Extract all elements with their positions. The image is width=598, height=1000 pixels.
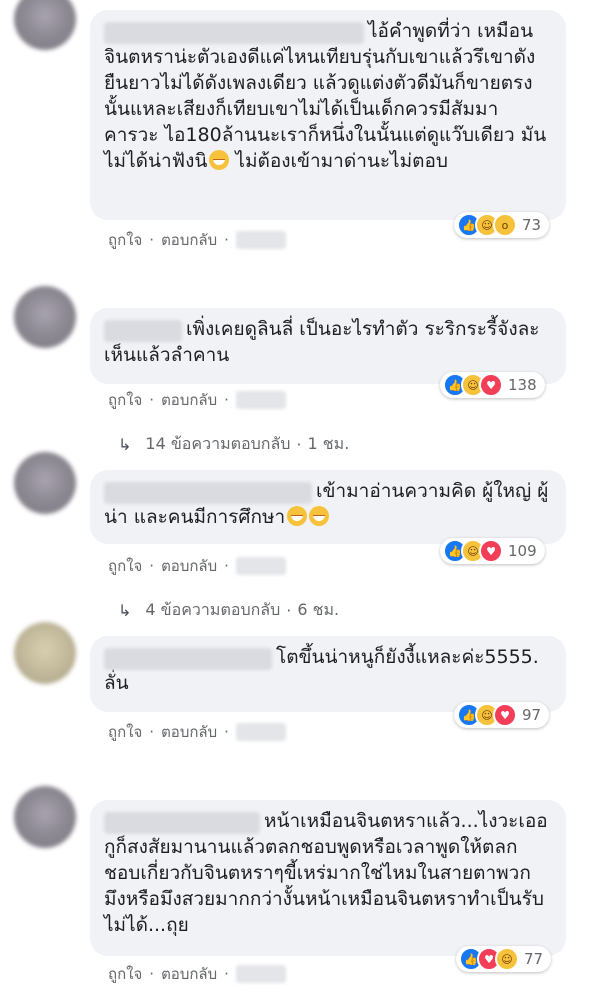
reaction-summary[interactable]: 👍 ☺ ♥ 97 <box>454 702 550 728</box>
reaction-summary[interactable]: 👍 ♥ ☺ 77 <box>456 946 552 972</box>
comment-actions: ถูกใจ · ตอบกลับ · <box>108 962 286 986</box>
reply-link[interactable]: ตอบกลับ <box>161 720 217 744</box>
comment-bubble: เข้ามาอ่านความคิด ผู้ใหญ่ ผู้น่า และคนมี… <box>90 470 566 544</box>
reply-arrow-icon: ↳ <box>118 435 132 454</box>
separator-dot: · <box>286 601 292 620</box>
reply-link[interactable]: ตอบกลับ <box>161 962 217 986</box>
crying-laughing-emoji-icon <box>287 506 308 526</box>
separator-dot: · <box>224 231 229 249</box>
replies-time: 1 ชม. <box>307 434 350 453</box>
like-link[interactable]: ถูกใจ <box>108 720 142 744</box>
comment-actions: ถูกใจ · ตอบกลับ · <box>108 388 286 412</box>
replies-count-text: 4 ข้อความตอบกลับ <box>145 600 281 619</box>
comment-actions: ถูกใจ · ตอบกลับ · <box>108 228 286 252</box>
separator-dot: · <box>224 557 229 575</box>
reply-link[interactable]: ตอบกลับ <box>161 228 217 252</box>
separator-dot: · <box>149 965 155 983</box>
reaction-summary[interactable]: 👍 ☺ ♥ 109 <box>440 538 545 564</box>
commenter-avatar[interactable] <box>14 452 76 514</box>
commenter-name-redacted[interactable] <box>104 319 182 342</box>
wow-reaction-icon: o <box>493 213 517 237</box>
reaction-summary[interactable]: 👍 ☺ ♥ 138 <box>440 372 545 398</box>
commenter-avatar[interactable] <box>14 786 76 848</box>
comment-actions: ถูกใจ · ตอบกลับ · <box>108 720 286 744</box>
reaction-count: 97 <box>522 706 542 724</box>
timestamp-redacted[interactable] <box>235 391 286 409</box>
separator-dot: · <box>149 557 155 575</box>
comment-bubble: โตขึ้นน่าหนูก็ยังงี้แหละค่ะ5555. ลั่น <box>90 636 566 712</box>
replies-time: 6 ชม. <box>297 600 340 619</box>
reaction-count: 138 <box>508 376 537 394</box>
reaction-count: 73 <box>522 216 542 234</box>
separator-dot: · <box>296 435 302 454</box>
reaction-summary[interactable]: 👍 ☺ o 73 <box>454 212 550 238</box>
replies-count-text: 14 ข้อความตอบกลับ <box>145 434 291 453</box>
commenter-name-redacted[interactable] <box>104 811 260 834</box>
timestamp-redacted[interactable] <box>235 965 286 983</box>
commenter-avatar[interactable] <box>14 622 76 684</box>
commenter-name-redacted[interactable] <box>104 481 312 504</box>
reply-link[interactable]: ตอบกลับ <box>161 388 217 412</box>
separator-dot: · <box>224 723 229 741</box>
like-link[interactable]: ถูกใจ <box>108 388 142 412</box>
reply-arrow-icon: ↳ <box>118 601 132 620</box>
love-reaction-icon: ♥ <box>479 373 503 397</box>
comment-bubble: หน้าเหมือนจินตหราแล้ว...ไงวะเออกูก็สงสัย… <box>90 800 566 956</box>
timestamp-redacted[interactable] <box>235 231 286 249</box>
reply-link[interactable]: ตอบกลับ <box>161 554 217 578</box>
love-reaction-icon: ♥ <box>479 539 503 563</box>
timestamp-redacted[interactable] <box>235 723 286 741</box>
view-replies-link[interactable]: ↳ 4 ข้อความตอบกลับ · 6 ชม. <box>118 598 339 623</box>
haha-reaction-icon: ☺ <box>495 947 519 971</box>
view-replies-link[interactable]: ↳ 14 ข้อความตอบกลับ · 1 ชม. <box>118 432 349 457</box>
separator-dot: · <box>149 231 155 249</box>
reaction-count: 109 <box>508 542 537 560</box>
grinning-emoji-icon <box>209 150 230 170</box>
comment-bubble: ไอ้คำพูดที่ว่า เหมือนจินตหราน่ะตัวเองดีแ… <box>90 10 566 220</box>
crying-laughing-emoji-icon <box>309 506 330 526</box>
like-link[interactable]: ถูกใจ <box>108 962 142 986</box>
separator-dot: · <box>224 391 229 409</box>
separator-dot: · <box>224 965 229 983</box>
reaction-count: 77 <box>524 950 544 968</box>
comment-text-continued: ไม่ต้องเข้ามาด่านะไม่ตอบ <box>229 150 448 172</box>
commenter-avatar[interactable] <box>14 0 76 50</box>
commenter-name-redacted[interactable] <box>104 647 272 670</box>
separator-dot: · <box>149 391 155 409</box>
comment-actions: ถูกใจ · ตอบกลับ · <box>108 554 286 578</box>
timestamp-redacted[interactable] <box>235 557 286 575</box>
love-reaction-icon: ♥ <box>493 703 517 727</box>
like-link[interactable]: ถูกใจ <box>108 228 142 252</box>
commenter-name-redacted[interactable] <box>104 21 364 44</box>
like-link[interactable]: ถูกใจ <box>108 554 142 578</box>
separator-dot: · <box>149 723 155 741</box>
commenter-avatar[interactable] <box>14 286 76 348</box>
